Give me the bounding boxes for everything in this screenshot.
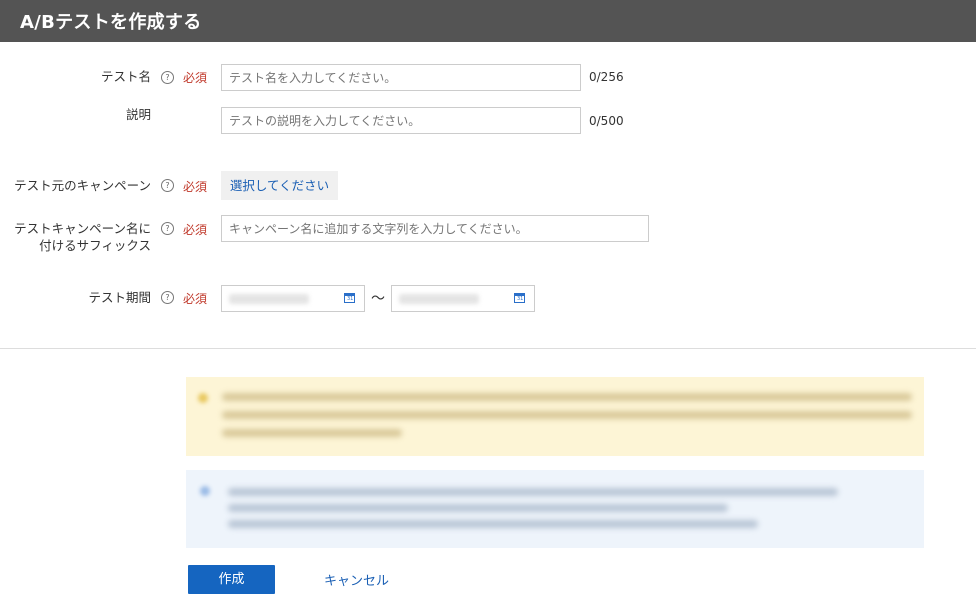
period-label: テスト期間 <box>88 290 151 305</box>
end-date-input[interactable]: 31 <box>391 285 535 312</box>
section-divider <box>0 348 976 349</box>
test-name-input[interactable] <box>221 64 581 91</box>
info-icon <box>200 486 210 496</box>
warning-notice <box>186 377 924 456</box>
page-title: A/Bテストを作成する <box>20 12 202 33</box>
help-icon[interactable]: ? <box>161 222 174 235</box>
create-button[interactable]: 作成 <box>188 565 275 594</box>
help-icon[interactable]: ? <box>161 71 174 84</box>
description-label: 説明 <box>125 107 151 122</box>
test-name-counter: 0/256 <box>589 70 624 84</box>
suffix-label-line1: テストキャンペーン名に <box>14 221 151 236</box>
help-icon[interactable]: ? <box>161 291 174 304</box>
description-counter: 0/500 <box>589 114 624 128</box>
help-icon[interactable]: ? <box>161 179 174 192</box>
required-badge: 必須 <box>183 292 208 306</box>
required-badge: 必須 <box>183 71 208 85</box>
end-date-value <box>399 294 479 304</box>
source-campaign-label: テスト元のキャンペーン <box>14 178 151 193</box>
description-input[interactable] <box>221 107 581 134</box>
start-date-value <box>229 294 309 304</box>
info-notice <box>186 470 924 548</box>
required-badge: 必須 <box>183 180 208 194</box>
calendar-icon[interactable]: 31 <box>514 293 525 303</box>
suffix-input[interactable] <box>221 215 649 242</box>
start-date-input[interactable]: 31 <box>221 285 365 312</box>
select-campaign-button[interactable]: 選択してください <box>221 171 338 200</box>
date-range-separator: ～ <box>371 291 385 307</box>
cancel-link[interactable]: キャンセル <box>324 570 389 589</box>
suffix-label-line2: 付けるサフィックス <box>39 238 151 253</box>
warning-icon <box>198 393 208 403</box>
page-header: A/Bテストを作成する <box>0 0 976 42</box>
required-badge: 必須 <box>183 223 208 237</box>
test-name-label: テスト名 <box>100 69 151 84</box>
calendar-icon[interactable]: 31 <box>344 293 355 303</box>
